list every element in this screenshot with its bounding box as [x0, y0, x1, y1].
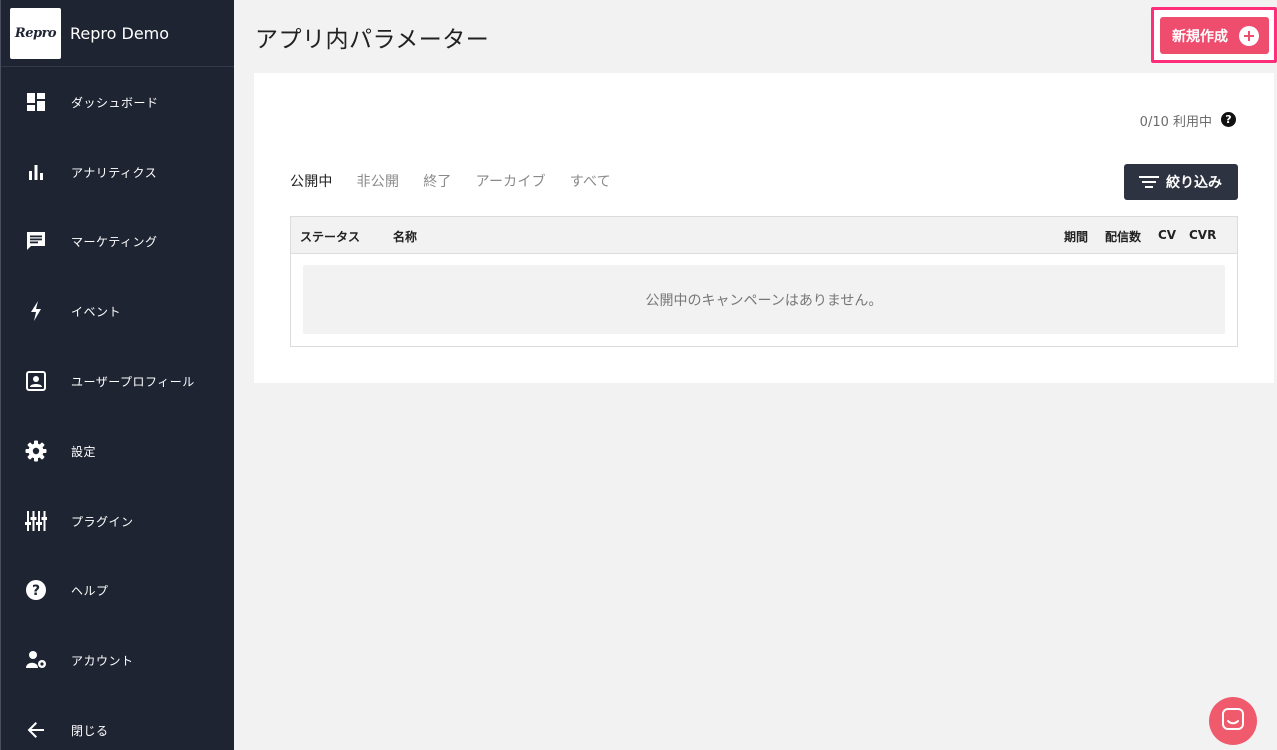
column-status: ステータス — [300, 230, 361, 244]
filter-button-label: 絞り込み — [1166, 175, 1222, 191]
filter-icon — [1139, 175, 1159, 189]
sidebar-item-label: マーケティング — [71, 234, 158, 249]
sidebar-item-label: 設定 — [71, 444, 97, 459]
brand[interactable]: Repro Repro Demo — [1, 0, 234, 67]
app-name: Repro Demo — [70, 23, 170, 43]
sidebar-item-plugin[interactable]: プラグイン — [1, 501, 234, 541]
column-cvr: CVR — [1189, 228, 1217, 242]
empty-state-message: 公開中のキャンペーンはありません。 — [303, 265, 1225, 334]
create-new-button[interactable]: 新規作成 — [1160, 17, 1269, 54]
repro-logo: Repro — [10, 7, 61, 59]
sidebar-item-label: ヘルプ — [71, 583, 109, 598]
gear-icon — [25, 440, 47, 462]
sidebar-item-label: プラグイン — [71, 514, 134, 529]
filter-button[interactable]: 絞り込み — [1124, 164, 1238, 200]
column-cv: CV — [1158, 228, 1177, 242]
sidebar-item-settings[interactable]: 設定 — [1, 431, 234, 471]
plus-circle-icon — [1239, 26, 1259, 46]
sidebar-item-label: イベント — [71, 304, 122, 319]
sidebar: Repro Repro Demo ダッシュボード アナリティクス マーケティング… — [0, 0, 234, 750]
chat-icon — [25, 230, 47, 252]
profile-icon — [25, 370, 47, 392]
campaign-table: ステータス 名称 期間 配信数 CV CVR 公開中のキャンペーンはありません。 — [290, 216, 1238, 347]
page-title: アプリ内パラメーター — [255, 27, 490, 53]
table-header: ステータス 名称 期間 配信数 CV CVR — [291, 217, 1237, 254]
create-button-label: 新規作成 — [1172, 28, 1228, 45]
sidebar-item-account[interactable]: アカウント — [1, 640, 234, 680]
bolt-icon — [25, 300, 47, 322]
bar-chart-icon — [25, 161, 47, 183]
status-tabs: 公開中 非公開 終了 アーカイブ すべて — [290, 171, 611, 191]
tab-unpublished[interactable]: 非公開 — [357, 171, 400, 191]
usage-count: 0/10 利用中 — [1139, 115, 1212, 130]
sidebar-item-help[interactable]: ? ヘルプ — [1, 570, 234, 610]
svg-text:?: ? — [32, 583, 40, 599]
sidebar-item-label: ダッシュボード — [71, 95, 159, 110]
sidebar-item-analytics[interactable]: アナリティクス — [1, 152, 234, 192]
sidebar-item-close[interactable]: 閉じる — [1, 710, 234, 750]
tab-published[interactable]: 公開中 — [290, 171, 333, 191]
chat-launcher-button[interactable] — [1209, 697, 1257, 745]
column-deliveries: 配信数 — [1105, 230, 1142, 244]
sidebar-item-label: ユーザープロフィール — [71, 374, 195, 389]
arrow-left-icon — [25, 719, 47, 741]
sidebar-item-label: 閉じる — [71, 723, 109, 738]
account-settings-icon — [25, 649, 47, 671]
column-name: 名称 — [393, 230, 418, 244]
tab-archive[interactable]: アーカイブ — [476, 171, 546, 191]
help-icon[interactable]: ? — [1221, 112, 1236, 127]
column-period: 期間 — [1064, 230, 1089, 244]
parameters-card: 0/10 利用中 ? 公開中 非公開 終了 アーカイブ すべて 絞り込み ステー… — [254, 73, 1274, 383]
tab-ended[interactable]: 終了 — [423, 171, 451, 191]
sidebar-item-dashboard[interactable]: ダッシュボード — [1, 82, 234, 122]
dashboard-icon — [25, 91, 47, 113]
sidebar-item-label: アナリティクス — [71, 165, 158, 180]
chat-bubble-icon — [1221, 707, 1245, 735]
sidebar-item-marketing[interactable]: マーケティング — [1, 221, 234, 261]
sidebar-item-event[interactable]: イベント — [1, 291, 234, 331]
sliders-icon — [25, 510, 47, 532]
sidebar-item-user-profile[interactable]: ユーザープロフィール — [1, 361, 234, 401]
help-icon: ? — [25, 579, 47, 601]
sidebar-item-label: アカウント — [71, 653, 134, 668]
tab-all[interactable]: すべて — [570, 171, 611, 191]
